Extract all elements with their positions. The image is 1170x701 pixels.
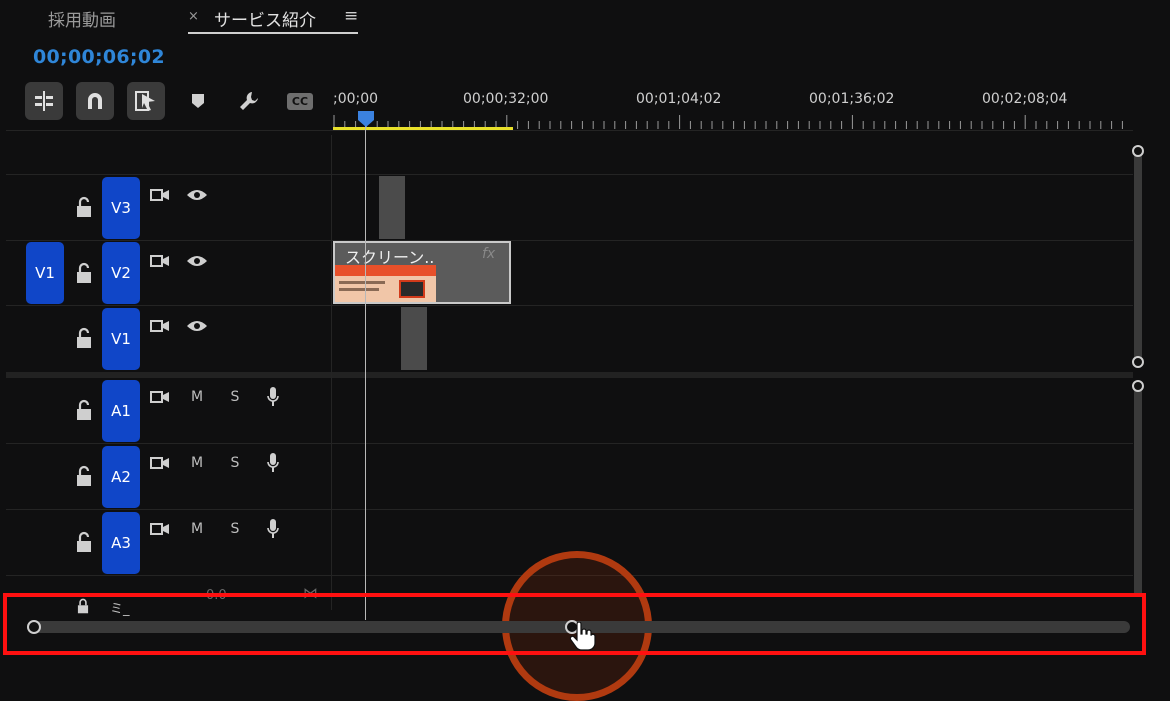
close-tab-icon[interactable]: × [188,9,199,24]
captions-icon: CC [287,92,313,110]
clip-thumbnail [335,265,436,302]
unlock-icon[interactable] [73,195,95,219]
eye-icon[interactable] [184,184,210,206]
sync-lock-icon[interactable] [147,518,173,540]
marker-icon [192,94,204,108]
mute-button[interactable]: M [184,452,210,474]
active-tab-indicator [188,32,358,34]
insert-snap-icon [35,91,53,111]
track-a3-toggle[interactable]: A3 [102,512,140,574]
video-clip-v3[interactable] [379,176,405,239]
track-a2-toggle[interactable]: A2 [102,446,140,508]
ruler-label: 00;02;08;04 [982,91,1068,107]
track-v1-toggle[interactable]: V1 [102,308,140,370]
unlock-icon[interactable] [73,326,95,350]
add-marker-button[interactable] [183,86,213,116]
fx-badge-icon[interactable]: fx [482,246,495,262]
microphone-icon[interactable] [260,386,286,408]
snap-button[interactable] [76,82,114,120]
track-divider [6,305,1133,306]
eye-icon[interactable] [184,250,210,272]
playhead-timecode[interactable]: 00;00;06;02 [33,46,165,68]
microphone-icon[interactable] [260,452,286,474]
wrench-icon [240,92,258,110]
track-header-separator [331,135,332,610]
thumbnail-image [399,280,425,298]
playhead-line[interactable] [365,120,366,620]
sync-lock-icon[interactable] [147,386,173,408]
microphone-icon[interactable] [260,518,286,540]
linked-selection-icon [135,91,155,111]
mute-button[interactable]: M [184,386,210,408]
thumbnail-text-line [339,281,385,284]
magnet-icon [88,93,102,109]
track-divider [6,240,1133,241]
panel-tab-bar: 採用動画 × サービス紹介 ≡ [0,0,1170,36]
captions-button[interactable]: CC [285,86,315,116]
tab-service-intro[interactable]: サービス紹介 [214,6,316,31]
panel-menu-icon[interactable]: ≡ [344,6,358,26]
ruler-label: 00;01;04;02 [636,91,722,107]
source-patch-v1[interactable]: V1 [26,242,64,304]
thumbnail-text-line [339,288,379,291]
sync-lock-icon[interactable] [147,452,173,474]
unlock-icon[interactable] [73,398,95,422]
solo-button[interactable]: S [222,518,248,540]
video-clip-v1[interactable] [401,307,427,370]
playhead-handle[interactable] [357,110,375,128]
thumbnail-banner [335,265,436,276]
sync-lock-icon[interactable] [147,315,173,337]
solo-button[interactable]: S [222,452,248,474]
unlock-icon[interactable] [73,261,95,285]
ruler-label: ;00;00 [333,91,379,107]
track-divider [6,443,1133,444]
unlock-icon[interactable] [73,464,95,488]
sync-lock-icon[interactable] [147,250,173,272]
audio-vertical-scrollbar[interactable] [1134,385,1142,597]
tab-recruit-video[interactable]: 採用動画 [48,6,116,31]
mute-button[interactable]: M [184,518,210,540]
ruler-divider [6,130,1133,131]
video-scroll-top-handle[interactable] [1132,145,1144,157]
audio-scroll-top-handle[interactable] [1132,380,1144,392]
track-v2-toggle[interactable]: V2 [102,242,140,304]
unlock-icon[interactable] [73,530,95,554]
video-scroll-bottom-handle[interactable] [1132,356,1144,368]
timeline-settings-button[interactable] [234,86,264,116]
solo-button[interactable]: S [222,386,248,408]
track-a1-toggle[interactable]: A1 [102,380,140,442]
ruler-label: 00;00;32;00 [463,91,549,107]
hand-cursor-icon [569,622,596,651]
eye-icon[interactable] [184,315,210,337]
track-divider [6,174,1133,175]
track-v3-toggle[interactable]: V3 [102,177,140,239]
video-audio-divider[interactable] [6,372,1133,378]
linked-selection-button[interactable] [127,82,165,120]
track-divider [6,509,1133,510]
sync-lock-icon[interactable] [147,184,173,206]
video-vertical-scrollbar[interactable] [1134,150,1142,362]
ruler-label: 00;01;36;02 [809,91,895,107]
insert-snap-button[interactable] [25,82,63,120]
